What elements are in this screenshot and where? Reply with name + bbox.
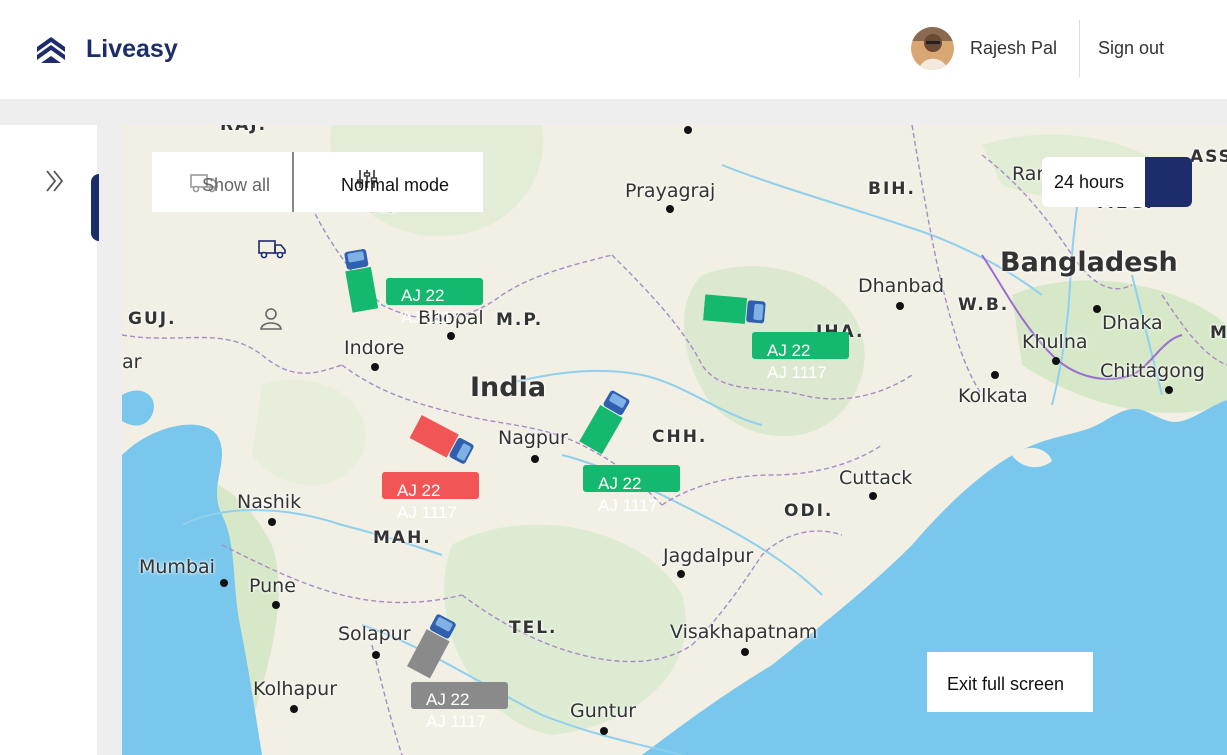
map-label-prayagraj: Prayagraj — [625, 180, 716, 202]
map-label-bangladesh: Bangladesh — [1000, 247, 1178, 278]
map-label-dhaka: Dhaka — [1102, 312, 1163, 334]
city-dot — [371, 363, 379, 371]
user-profile[interactable]: Rajesh Pal — [911, 27, 1057, 70]
sign-out-button[interactable]: Sign out — [1098, 38, 1164, 59]
map-label-jagdalpur: Jagdalpur — [663, 545, 754, 567]
map-label-tel: TEL. — [509, 618, 558, 638]
city-dot — [684, 126, 692, 134]
normal-mode-button[interactable]: Normal mode — [341, 175, 449, 196]
map-label-mumbai: Mumbai — [139, 556, 215, 578]
map-label-odi: ODI. — [784, 501, 834, 521]
sidebar-gap — [97, 125, 122, 755]
city-dot — [741, 648, 749, 656]
user-icon[interactable] — [259, 306, 283, 330]
city-dot — [896, 302, 904, 310]
city-dot — [220, 579, 228, 587]
brand-name: Liveasy — [86, 34, 178, 63]
brand[interactable]: Liveasy — [35, 33, 178, 65]
map-label-miz: MIZ — [1210, 323, 1227, 343]
exit-fullscreen-label: Exit full screen — [947, 674, 1065, 694]
map-label-chittagong: Chittagong — [1100, 360, 1205, 382]
city-dot — [272, 601, 280, 609]
map-label-ass: ASS — [1190, 147, 1227, 167]
truck-plate-line1: AJ 22 — [401, 286, 445, 305]
city-dot — [372, 651, 380, 659]
top-gutter — [0, 99, 1227, 125]
filter-divider — [292, 152, 294, 212]
map-label-mah: MAH. — [373, 528, 432, 548]
map-label-wb: W.B. — [958, 295, 1010, 315]
city-dot — [869, 492, 877, 500]
map-label-india: India — [470, 372, 547, 403]
truck-plate-line1: AJ 22 — [598, 474, 642, 493]
truck-plate-line2: AJ 1117 — [401, 308, 461, 327]
map-label-cuttack: Cuttack — [839, 467, 913, 489]
top-bar: Liveasy Rajesh Pal Sign out — [0, 0, 1227, 99]
truck-plate-line1: AJ 22 — [767, 341, 811, 360]
liveasy-logo-icon — [37, 37, 65, 63]
city-dot — [268, 518, 276, 526]
city-dot — [677, 570, 685, 578]
map-label-indore: Indore — [344, 337, 405, 359]
map-label-khulna: Khulna — [1022, 331, 1088, 353]
active-tab-indicator — [91, 174, 99, 241]
city-dot — [1165, 386, 1173, 394]
city-dot — [447, 332, 455, 340]
map-label-nagpur: Nagpur — [498, 427, 568, 449]
map-label-chh: CHH. — [652, 427, 708, 447]
city-dot — [1093, 305, 1101, 313]
map-label-raj: RAJ. — [220, 125, 268, 135]
header-divider — [1079, 20, 1080, 77]
city-dot — [600, 727, 608, 735]
truck-plate-line1: AJ 22 — [397, 481, 441, 500]
avatar[interactable] — [911, 27, 954, 70]
duration-dropdown-button[interactable] — [1145, 157, 1192, 207]
map-label-nashik: Nashik — [237, 491, 302, 513]
map-label-bih: BIH. — [868, 179, 916, 199]
city-dot — [666, 205, 674, 213]
truck-plate-line2: AJ 1117 — [598, 496, 658, 515]
map-label-guntur: Guntur — [570, 700, 637, 722]
truck-plate-line2: AJ 1117 — [397, 503, 457, 522]
city-dot — [290, 705, 298, 713]
duration-label: 24 hours — [1054, 172, 1125, 192]
double-chevron-right-icon[interactable] — [42, 168, 68, 194]
user-name: Rajesh Pal — [970, 38, 1058, 58]
map-label-guj: GUJ. — [128, 309, 177, 329]
map-label-pune: Pune — [249, 575, 296, 597]
city-dot — [991, 371, 999, 379]
map-label-kolkata: Kolkata — [958, 385, 1028, 407]
map-label-ar: ar — [122, 351, 142, 373]
sidebar — [0, 125, 97, 755]
map-label-mp: M.P. — [496, 310, 544, 330]
map-label-visakhapatnam: Visakhapatnam — [670, 621, 818, 643]
show-all-button[interactable]: Show all — [202, 175, 270, 196]
truck-marker[interactable] — [702, 292, 767, 327]
truck-plate-line1: AJ 22 — [426, 690, 470, 709]
city-dot — [531, 455, 539, 463]
truck-plate-line2: AJ 1117 — [426, 712, 486, 731]
city-dot — [1052, 357, 1060, 365]
truck-plate-line2: AJ 1117 — [767, 363, 827, 382]
map-label-dhanbad: Dhanbad — [858, 275, 945, 297]
map-label-solapur: Solapur — [338, 623, 411, 645]
truck-icon[interactable] — [258, 238, 286, 260]
map-label-kolhapur: Kolhapur — [253, 678, 338, 700]
